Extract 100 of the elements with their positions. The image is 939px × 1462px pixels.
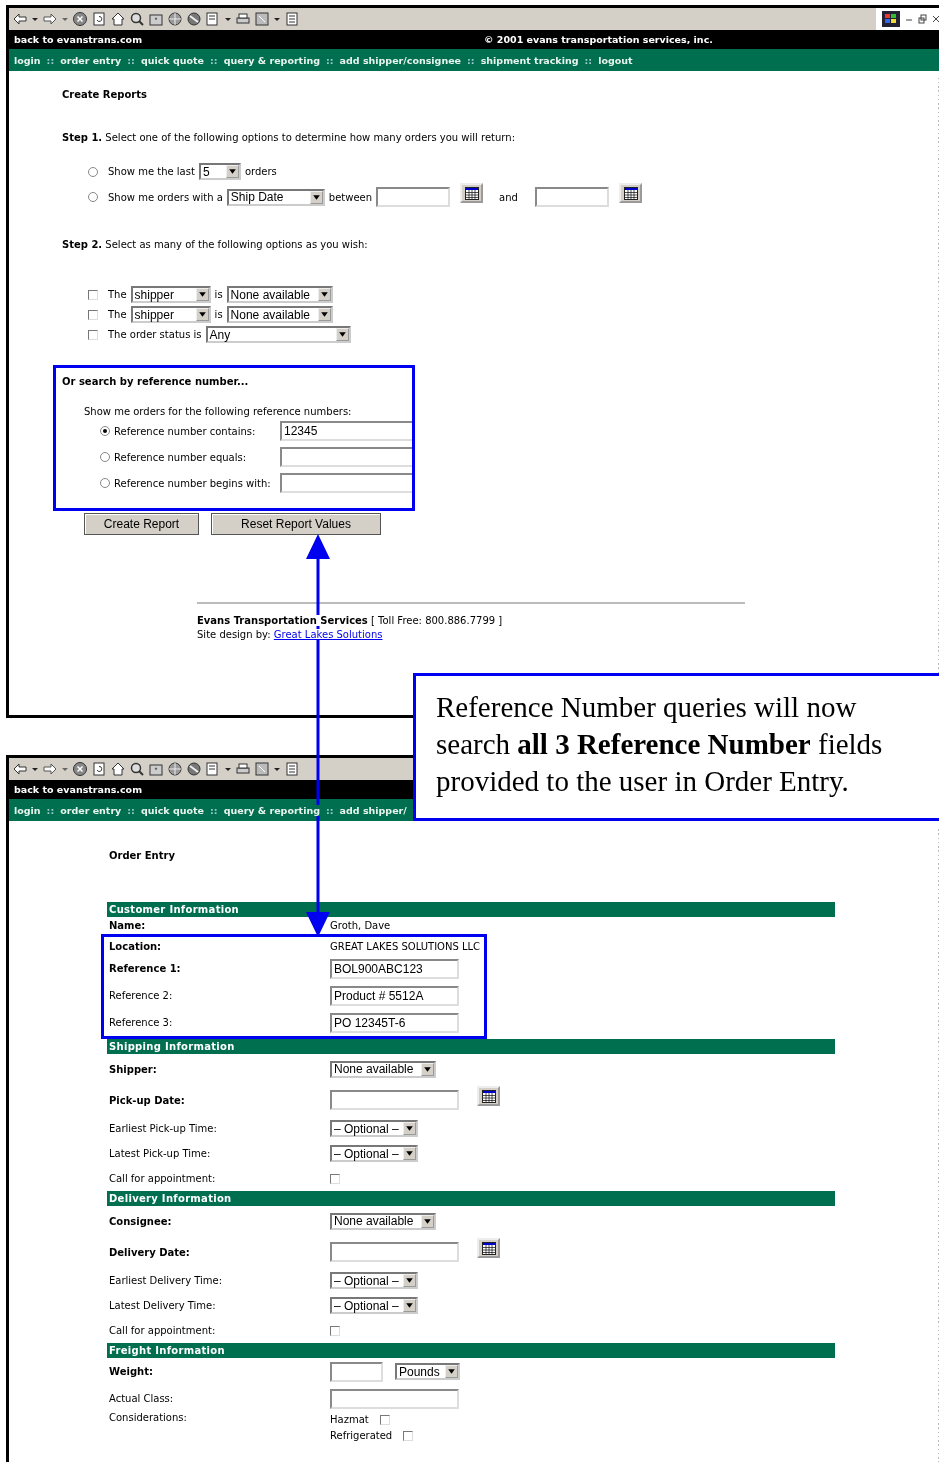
callout-text: Reference Number queries will now search all 3 Reference Number fields provided to the user in Order Entry. — [436, 690, 884, 799]
step-instruction: Step 1. Select one of the following options to determine how many orders you will return: — [62, 132, 516, 143]
text-field[interactable] — [330, 1361, 383, 1382]
dropdown[interactable]: – Optional – — [330, 1120, 418, 1137]
search-icon[interactable] — [129, 761, 145, 777]
checkbox[interactable] — [379, 1414, 390, 1425]
restore-icon[interactable] — [918, 14, 927, 24]
section-title: Or search by reference number... — [62, 376, 250, 387]
stop-icon[interactable] — [72, 761, 88, 777]
printer-icon[interactable] — [235, 761, 251, 777]
caret-icon — [196, 309, 208, 320]
checkbox[interactable] — [330, 1325, 340, 1336]
radio-button[interactable] — [100, 426, 110, 436]
field-value: GREAT LAKES SOLUTIONS LLC — [330, 941, 481, 952]
dropdown[interactable]: shipper — [130, 286, 211, 303]
nav-separator: :: — [325, 54, 334, 66]
dropdown[interactable]: – Optional – — [330, 1297, 418, 1314]
nav-link[interactable]: order entry — [60, 54, 122, 66]
create-report-button[interactable]: Create Report — [84, 513, 199, 535]
credit-link[interactable]: Great Lakes Solutions — [273, 629, 383, 640]
text-field[interactable] — [330, 1388, 459, 1409]
text-field[interactable] — [330, 1090, 459, 1110]
dropdown[interactable]: None available — [330, 1060, 436, 1078]
nav-link[interactable]: quick quote — [140, 54, 205, 66]
option-label: between — [328, 191, 373, 203]
radio-button[interactable] — [88, 166, 98, 177]
dropdown[interactable]: 5 — [198, 163, 241, 180]
dropdown[interactable]: Any — [205, 326, 351, 343]
caret-icon — [404, 1275, 415, 1286]
nav-link[interactable]: logout — [598, 54, 633, 66]
nav-link[interactable]: add shipper/consignee — [339, 54, 462, 66]
section-intro: Show me orders for the following reference numbers: — [84, 406, 353, 417]
page-title: Create Reports — [62, 88, 149, 100]
text-field[interactable]: PO 12345T-6 — [330, 1012, 459, 1033]
text-field[interactable]: Product # 5512A — [330, 985, 459, 1006]
caret-icon — [226, 166, 238, 177]
field-label: Reference 3: — [109, 1017, 174, 1028]
calendar-button[interactable] — [477, 1086, 500, 1106]
dropdown[interactable]: Ship Date — [226, 188, 325, 206]
checkbox[interactable] — [330, 1173, 340, 1184]
close-icon[interactable] — [932, 14, 939, 24]
forward-arrow-icon[interactable] — [42, 761, 58, 777]
text-field[interactable] — [330, 1242, 459, 1262]
dropdown[interactable]: – Optional – — [330, 1272, 418, 1289]
checkbox[interactable] — [88, 289, 98, 300]
calendar-button[interactable] — [477, 1238, 500, 1258]
document-icon[interactable] — [284, 761, 300, 777]
field-label: Actual Class: — [109, 1393, 175, 1404]
filter-label: The order status is — [108, 329, 202, 340]
back-arrow-icon[interactable] — [12, 11, 28, 27]
dropdown[interactable]: Pounds — [395, 1363, 460, 1380]
checkbox[interactable] — [403, 1430, 414, 1441]
field-label: Latest Delivery Time: — [109, 1300, 217, 1311]
dropdown[interactable]: shipper — [130, 306, 211, 323]
field-label: Consignee: — [109, 1215, 173, 1227]
field-label: Location: — [109, 941, 163, 952]
nav-link[interactable]: order entry — [60, 804, 122, 816]
text-field[interactable] — [535, 187, 610, 207]
dropdown[interactable]: None available — [226, 306, 333, 323]
calendar-button[interactable] — [460, 183, 484, 203]
text-field[interactable] — [376, 187, 451, 207]
document-icon[interactable] — [284, 11, 300, 27]
nav-link[interactable]: query & reporting — [223, 54, 320, 66]
calendar-button[interactable] — [619, 183, 643, 203]
section-header: Shipping Information — [107, 1039, 835, 1054]
reset-button[interactable]: Reset Report Values — [211, 513, 381, 535]
field-label: Call for appointment: — [109, 1173, 217, 1184]
dropdown[interactable]: None available — [226, 286, 333, 303]
field-label: Earliest Pick-up Time: — [109, 1123, 218, 1134]
credit-text: Site design by: — [197, 629, 271, 640]
back-link[interactable]: back to evanstrans.com — [14, 784, 143, 795]
nav-link[interactable]: quick quote — [140, 804, 205, 816]
dropdown[interactable]: – Optional – — [330, 1145, 418, 1162]
text-field[interactable] — [280, 473, 412, 493]
stop-icon[interactable] — [72, 11, 88, 27]
nav-link[interactable]: shipment tracking — [480, 54, 579, 66]
back-arrow-icon[interactable] — [12, 761, 28, 777]
nav-link[interactable]: add shipper/ — [339, 804, 407, 816]
field-label: Weight: — [109, 1366, 154, 1377]
toll-free-number: [ Toll Free: 800.886.7799 ] — [371, 615, 503, 626]
radio-button[interactable] — [88, 192, 98, 202]
refresh-icon[interactable] — [91, 761, 107, 777]
text-field[interactable] — [280, 447, 412, 467]
back-link[interactable]: back to evanstrans.com — [14, 34, 143, 45]
text-field[interactable]: BOL900ABC123 — [330, 958, 459, 979]
nav-link[interactable]: query & reporting — [223, 804, 320, 816]
forward-arrow-icon[interactable] — [42, 11, 58, 27]
checkbox[interactable] — [88, 309, 98, 320]
printer-icon[interactable] — [235, 11, 251, 27]
home-icon[interactable] — [110, 11, 126, 27]
text-field[interactable]: 12345 — [280, 421, 412, 441]
refresh-icon[interactable] — [91, 11, 107, 27]
nav-link[interactable]: login — [14, 54, 41, 66]
home-icon[interactable] — [110, 761, 126, 777]
nav-link[interactable]: login — [14, 804, 41, 816]
search-icon[interactable] — [129, 11, 145, 27]
dropdown[interactable]: None available — [330, 1212, 436, 1230]
checkbox[interactable] — [88, 329, 98, 340]
radio-button[interactable] — [100, 478, 110, 488]
radio-button[interactable] — [100, 452, 110, 462]
